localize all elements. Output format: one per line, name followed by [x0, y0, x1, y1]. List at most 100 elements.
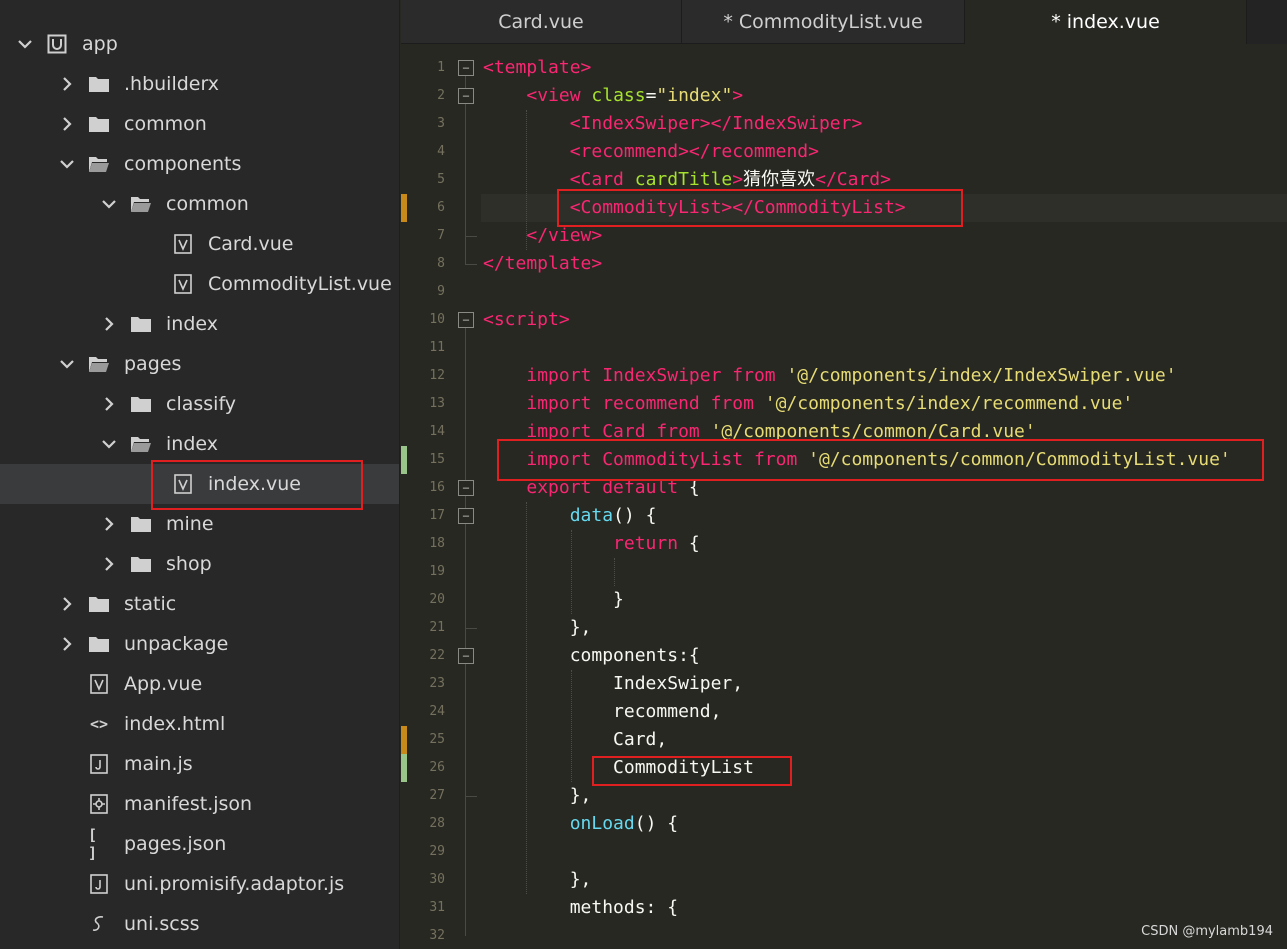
code-line[interactable]: }	[483, 586, 624, 614]
code-line[interactable]: <recommend></recommend>	[483, 138, 819, 166]
chevron-right-icon[interactable]	[98, 553, 120, 575]
code-line[interactable]: <IndexSwiper></IndexSwiper>	[483, 110, 863, 138]
fold-toggle-icon[interactable]: −	[458, 480, 474, 496]
chevron-right-icon[interactable]	[98, 513, 120, 535]
line-number: 19	[429, 564, 445, 579]
line-number: 1	[437, 60, 445, 75]
code-line[interactable]: </template>	[483, 250, 602, 278]
code-token: '@/components/index/recommend.vue'	[764, 393, 1134, 414]
folder-icon	[130, 513, 152, 535]
code-token: cardTitle	[634, 169, 733, 190]
tree-item-label: static	[124, 593, 177, 615]
tree-item[interactable]: CommodityList.vue	[0, 264, 399, 304]
code-line[interactable]: return {	[483, 530, 700, 558]
tab-card-vue[interactable]: Card.vue	[401, 0, 682, 44]
fold-toggle-icon[interactable]: −	[458, 88, 474, 104]
folder-icon	[88, 73, 110, 95]
tree-item[interactable]: <> index.html	[0, 704, 399, 744]
line-number: 23	[429, 676, 445, 691]
chevron-right-icon[interactable]	[56, 593, 78, 615]
code-line[interactable]: },	[483, 866, 592, 894]
tree-item[interactable]: static	[0, 584, 399, 624]
tree-item[interactable]: unpackage	[0, 624, 399, 664]
chevron-right-icon[interactable]	[98, 393, 120, 415]
chevron-right-icon[interactable]	[98, 313, 120, 335]
code-token: },	[483, 869, 592, 890]
code-line[interactable]: <template>	[483, 54, 591, 82]
tree-item[interactable]: App.vue	[0, 664, 399, 704]
code-line[interactable]: import recommend from '@/components/inde…	[483, 390, 1133, 418]
tree-item[interactable]: main.js	[0, 744, 399, 784]
code-line[interactable]: onLoad() {	[483, 810, 678, 838]
tree-item[interactable]: classify	[0, 384, 399, 424]
fold-connector	[465, 328, 466, 936]
line-number: 4	[437, 144, 445, 159]
code-line[interactable]: <view class="index">	[483, 82, 743, 110]
editor-tab-bar: Card.vue * CommodityList.vue * index.vue	[401, 0, 1287, 44]
tree-item[interactable]: index	[0, 304, 399, 344]
fold-toggle-icon[interactable]: −	[458, 648, 474, 664]
code-token: =	[645, 85, 657, 106]
tab-commoditylist-vue[interactable]: * CommodityList.vue	[682, 0, 965, 44]
tree-item[interactable]: uni.scss	[0, 904, 399, 944]
tree-item[interactable]: .hbuilderx	[0, 64, 399, 104]
tree-item[interactable]: index	[0, 424, 399, 464]
code-line[interactable]: <script>	[483, 306, 570, 334]
chevron-down-icon[interactable]	[98, 193, 120, 215]
tree-item-label: index	[166, 433, 218, 455]
code-editor[interactable]: 1 2 3 4 5 6 7 8 9 10 11 12 13 14 15 16 17 18 19 20 21 22 23 24 2…	[401, 44, 1287, 949]
tab-index-vue[interactable]: * index.vue	[965, 0, 1247, 44]
vue-file-icon	[88, 673, 110, 695]
tree-item[interactable]: mine	[0, 504, 399, 544]
line-number: 16	[429, 480, 445, 495]
tree-item[interactable]: components	[0, 144, 399, 184]
chevron-down-icon[interactable]	[14, 33, 36, 55]
code-line[interactable]: Card,	[483, 726, 667, 754]
folder-icon	[88, 633, 110, 655]
tree-item[interactable]: app	[0, 24, 399, 64]
annotation-box	[151, 460, 363, 510]
tree-item[interactable]: common	[0, 184, 399, 224]
code-token: "index"	[656, 85, 733, 106]
code-token: data	[569, 505, 614, 526]
chevron-down-icon[interactable]	[56, 353, 78, 375]
code-line[interactable]: },	[483, 614, 592, 642]
code-line[interactable]: IndexSwiper,	[483, 670, 743, 698]
code-token: class	[591, 85, 646, 106]
code-token: <IndexSwiper></IndexSwiper>	[569, 113, 863, 134]
line-number: 13	[429, 396, 445, 411]
tree-item[interactable]: uni.promisify.adaptor.js	[0, 864, 399, 904]
tree-item[interactable]: [ ] pages.json	[0, 824, 399, 864]
code-line[interactable]: components:{	[483, 642, 700, 670]
fold-toggle-icon[interactable]: −	[458, 60, 474, 76]
code-token: recommend,	[483, 701, 722, 722]
code-token: recommend	[602, 393, 711, 414]
chevron-down-icon[interactable]	[98, 433, 120, 455]
fold-toggle-icon[interactable]: −	[458, 508, 474, 524]
code-line[interactable]: methods: {	[483, 894, 678, 922]
code-line[interactable]: },	[483, 782, 592, 810]
code-line[interactable]: data() {	[483, 502, 657, 530]
fold-toggle-icon[interactable]: −	[458, 312, 474, 328]
chevron-right-icon[interactable]	[56, 73, 78, 95]
tree-item-label: app	[82, 33, 118, 55]
tree-item[interactable]: pages	[0, 344, 399, 384]
tree-item[interactable]: shop	[0, 544, 399, 584]
tree-item[interactable]: manifest.json	[0, 784, 399, 824]
tree-item[interactable]: Card.vue	[0, 224, 399, 264]
chevron-right-icon[interactable]	[56, 113, 78, 135]
folder-icon	[130, 313, 152, 335]
code-line[interactable]: recommend,	[483, 698, 721, 726]
line-number: 3	[437, 116, 445, 131]
line-number: 30	[429, 872, 445, 887]
tree-item[interactable]: common	[0, 104, 399, 144]
line-number: 15	[429, 452, 445, 467]
chevron-down-icon[interactable]	[56, 153, 78, 175]
code-line[interactable]: import IndexSwiper from '@/components/in…	[483, 362, 1176, 390]
chevron-right-icon[interactable]	[56, 633, 78, 655]
line-number: 28	[429, 816, 445, 831]
